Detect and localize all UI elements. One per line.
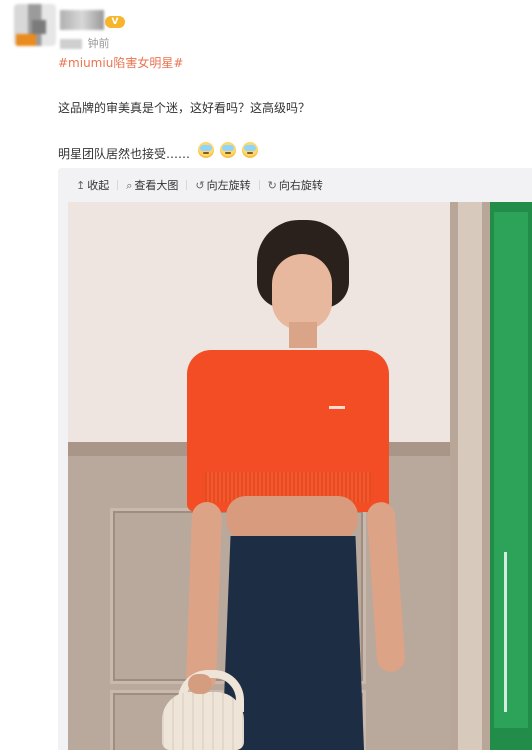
rotate-right-icon: ↻ (267, 178, 277, 192)
vip-badge: V (105, 16, 125, 28)
rotate-left-button[interactable]: ↺ 向左旋转 (195, 177, 250, 193)
view-large-label: 查看大图 (134, 179, 179, 192)
model-hand (188, 674, 212, 694)
media-preview-card: ↥ 收起 ⌕ 查看大图 ↺ 向左旋转 ↻ 向右旋转 (58, 168, 532, 750)
sweater-logo (329, 406, 345, 409)
avatar-pixel-block (32, 20, 46, 34)
post-time: 钟前 (87, 37, 110, 50)
blurred-username[interactable] (60, 10, 104, 30)
post-photo[interactable] (68, 202, 532, 750)
topic-hashtag-link[interactable]: #miumiu陷害女明星# (58, 54, 183, 71)
post-text-line-2: 明星团队居然也接受…… (58, 147, 191, 161)
rotate-right-label: 向右旋转 (278, 179, 323, 192)
rotate-right-button[interactable]: ↻ 向右旋转 (268, 177, 323, 193)
door-frame (450, 202, 490, 750)
post-meta: 钟前 (60, 35, 110, 51)
orange-sweater (187, 350, 389, 512)
post-text-line-1: 这品牌的审美真是个迷，这好看吗？这高级吗？ (58, 101, 311, 115)
collapse-button[interactable]: ↥ 收起 (76, 177, 109, 193)
bag-body (162, 692, 244, 750)
avatar[interactable] (14, 4, 56, 46)
green-door (490, 202, 532, 750)
rotate-left-label: 向左旋转 (206, 179, 251, 192)
media-toolbar: ↥ 收起 ⌕ 查看大图 ↺ 向左旋转 ↻ 向右旋转 (76, 177, 323, 193)
search-icon: ⌕ (126, 178, 133, 192)
model-midriff (226, 496, 358, 540)
emoji-icon (220, 142, 236, 158)
view-large-button[interactable]: ⌕ 查看大图 (126, 177, 178, 193)
model-neck (289, 322, 317, 348)
emoji-row (198, 142, 258, 158)
emoji-icon (198, 142, 214, 158)
toolbar-separator (117, 180, 119, 190)
toolbar-separator (186, 180, 188, 190)
avatar-pixel-block (16, 34, 36, 46)
toolbar-separator (258, 180, 260, 190)
blurred-time-prefix (60, 39, 82, 49)
upload-arrow-icon: ↥ (76, 178, 86, 192)
emoji-icon (242, 142, 258, 158)
collapse-label: 收起 (87, 179, 110, 192)
model-face (272, 254, 332, 330)
rotate-left-icon: ↺ (195, 178, 205, 192)
